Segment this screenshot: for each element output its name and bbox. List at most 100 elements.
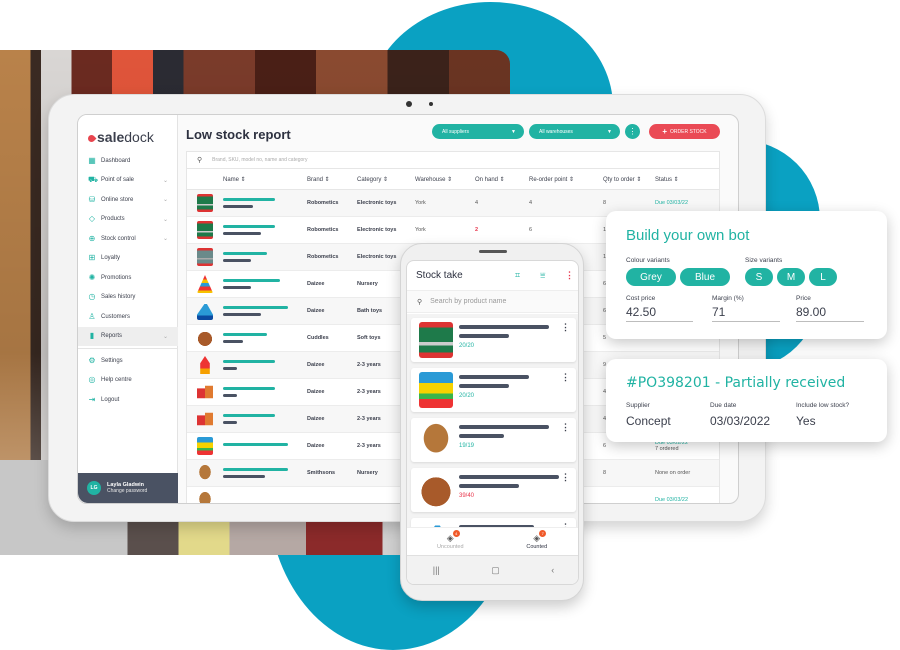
column-header[interactable]: Status ⇕ <box>655 176 719 183</box>
supplier-filter-dropdown[interactable]: All suppliers ▼ <box>432 124 524 139</box>
robot-image <box>197 221 213 239</box>
count-progress: 39/40 <box>459 493 475 499</box>
tab-uncounted[interactable]: ◈ 4 Uncounted <box>407 528 494 555</box>
column-header[interactable]: Category ⇕ <box>357 176 415 183</box>
recent-apps-icon[interactable]: ||| <box>433 565 440 575</box>
sidebar-item-loyalty[interactable]: ⊞ Loyalty <box>78 249 178 269</box>
colour-chip-grey[interactable]: Grey <box>626 268 676 286</box>
size-chip-m[interactable]: M <box>777 268 805 286</box>
cost-price-field[interactable]: 42.50 <box>626 305 693 322</box>
sku-placeholder-bar <box>223 394 237 397</box>
warehouse-cell: York <box>415 227 426 233</box>
name-placeholder-bar <box>223 468 288 471</box>
more-vertical-icon[interactable]: ⋮ <box>565 270 574 281</box>
sidebar-item-label: Logout <box>101 396 120 403</box>
logo-text-light: dock <box>124 129 154 145</box>
tab-counted[interactable]: ◈ 7 Counted <box>494 528 579 555</box>
status-cell: Due 03/03/22 <box>655 200 719 206</box>
price-field[interactable]: 89.00 <box>796 305 864 322</box>
supplier-label: Supplier <box>626 402 650 409</box>
sidebar-item-promotions[interactable]: ✺ Promotions <box>78 268 178 288</box>
supplier-filter-value: All suppliers <box>442 128 469 135</box>
teddy-image <box>197 329 213 347</box>
back-icon[interactable]: ‹ <box>551 565 554 575</box>
reorder-point-cell: 6 <box>529 227 533 233</box>
sidebar-item-stock-control[interactable]: ⊕ Stock control ⌄ <box>78 229 178 249</box>
column-header[interactable]: On hand ⇕ <box>475 176 529 183</box>
sidebar-item-customers[interactable]: ♙ Customers <box>78 307 178 327</box>
teddy-image <box>419 472 453 508</box>
column-header[interactable]: Name ⇕ <box>223 176 307 183</box>
item-more-icon[interactable]: ⋮ <box>561 472 570 483</box>
column-header[interactable]: Re-order point ⇕ <box>529 176 603 183</box>
due-date-label: Due date <box>710 402 737 409</box>
name-placeholder-bar <box>223 414 275 417</box>
home-icon[interactable]: ▢ <box>491 565 500 576</box>
caret-down-icon: ▼ <box>511 128 516 135</box>
stock-take-item[interactable]: 20/20 ⋮ <box>411 368 576 412</box>
colour-chip-blue[interactable]: Blue <box>680 268 730 286</box>
marketing-composition: saledock ▦ Dashboard ⛟ Point of sale ⌄ ⛁ Onlin… <box>0 0 900 650</box>
sidebar-item-label: Promotions <box>101 274 132 281</box>
product-thumbnail-cell <box>187 221 223 239</box>
colour-variants-label: Colour variants <box>626 257 670 264</box>
cart-icon: ⛟ <box>88 175 99 185</box>
on-hand-cell: 4 <box>475 200 479 206</box>
sidebar-item-label: Reports <box>101 333 123 340</box>
item-more-icon[interactable]: ⋮ <box>561 422 570 433</box>
sidebar-item-products[interactable]: ◇ Products ⌄ <box>78 210 178 230</box>
size-chip-s[interactable]: S <box>745 268 773 286</box>
user-profile[interactable]: LG Layla Gladwin Change password <box>78 473 178 503</box>
sidebar-item-settings[interactable]: ⚙ Settings <box>78 351 178 371</box>
stock-take-item[interactable]: 20/20 ⋮ <box>411 318 576 362</box>
stock-take-item[interactable]: 39/40 ⋮ <box>411 468 576 512</box>
item-more-icon[interactable]: ⋮ <box>561 372 570 383</box>
chevron-down-icon: ⌄ <box>162 197 168 204</box>
brand-cell: Daizee <box>307 308 325 314</box>
more-options-button[interactable]: ⋮ <box>625 124 640 139</box>
item-more-icon[interactable]: ⋮ <box>561 322 570 333</box>
sku-placeholder-bar <box>459 384 509 388</box>
supplier-value: Concept <box>626 414 671 428</box>
sidebar-item-online-store[interactable]: ⛁ Online store ⌄ <box>78 190 178 210</box>
product-name-placeholder <box>223 333 307 343</box>
bar-chart-icon: ▮ <box>89 331 95 341</box>
name-placeholder-bar <box>223 387 275 390</box>
brand-cell: Daizee <box>307 389 325 395</box>
warehouse-filter-dropdown[interactable]: All warehouses ▼ <box>529 124 620 139</box>
sku-placeholder-bar <box>223 313 261 316</box>
column-header[interactable]: Qty to order ⇕ <box>603 176 655 183</box>
product-search-input[interactable]: ⚲ Search by product name <box>407 291 578 313</box>
margin-field[interactable]: 71 <box>712 305 780 322</box>
saledock-logo[interactable]: saledock <box>86 129 154 145</box>
product-name-placeholder <box>223 252 307 262</box>
brand-cell: Daizee <box>307 362 325 368</box>
sidebar: saledock ▦ Dashboard ⛟ Point of sale ⌄ ⛁ Onlin… <box>78 115 178 503</box>
sidebar-item-reports[interactable]: ▮ Reports ⌄ <box>78 326 178 346</box>
report-search[interactable]: ⚲ Brand, SKU, model no, name and category <box>186 151 720 169</box>
stock-take-item[interactable]: 19/19 ⋮ <box>411 418 576 462</box>
filter-icon[interactable]: ⩸ <box>540 270 545 281</box>
column-header[interactable]: Warehouse ⇕ <box>415 176 475 183</box>
sidebar-item-point-of-sale[interactable]: ⛟ Point of sale ⌄ <box>78 171 178 191</box>
change-password-link[interactable]: Change password <box>107 488 147 494</box>
price-tag-icon: ◈ 4 <box>447 530 460 544</box>
column-header[interactable]: Brand ⇕ <box>307 176 357 183</box>
order-stock-button[interactable]: + ORDER STOCK <box>649 124 720 139</box>
sidebar-item-dashboard[interactable]: ▦ Dashboard <box>78 151 178 171</box>
product-thumbnail-cell <box>187 275 223 293</box>
brand-cell: Daizee <box>307 281 325 287</box>
sidebar-item-label: Help centre <box>101 377 132 384</box>
sidebar-item-help-centre[interactable]: ◎ Help centre <box>78 371 178 391</box>
robot-grey-image <box>197 248 213 266</box>
train-image <box>197 437 213 455</box>
barcode-scan-icon[interactable]: ⌗ <box>515 270 520 281</box>
sidebar-item-label: Point of sale <box>101 177 135 184</box>
sidebar-item-logout[interactable]: ⇥ Logout <box>78 390 178 410</box>
sidebar-item-sales-history[interactable]: ◷ Sales history <box>78 288 178 308</box>
phone-device: Stock take ⌗ ⩸ ⋮ ⚲ Search by product name… <box>400 243 584 601</box>
product-thumbnail-cell <box>187 464 223 482</box>
person-icon: ♙ <box>88 311 96 321</box>
robot-image <box>419 322 453 358</box>
size-chip-l[interactable]: L <box>809 268 837 286</box>
